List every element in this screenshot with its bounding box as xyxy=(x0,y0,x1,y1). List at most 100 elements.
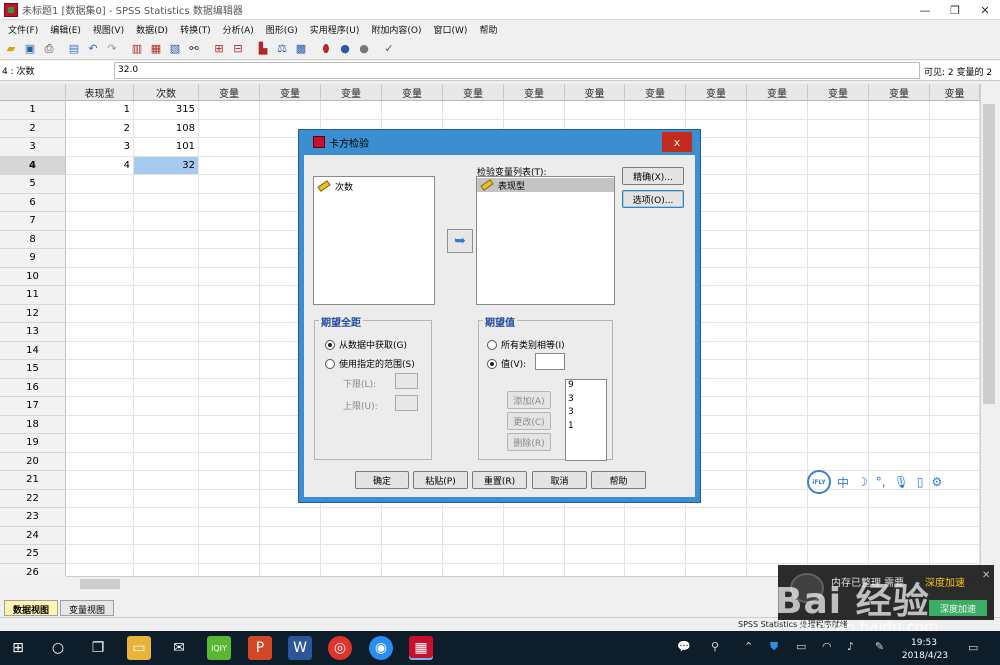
data-cell[interactable] xyxy=(747,378,808,397)
vertical-scrollbar[interactable] xyxy=(980,84,997,590)
data-cell[interactable] xyxy=(565,563,625,576)
remove-value-button[interactable]: 删除(R) xyxy=(507,433,551,451)
data-cell[interactable] xyxy=(930,119,980,138)
pen-icon[interactable]: ✎ xyxy=(875,640,884,653)
data-cell[interactable] xyxy=(504,545,565,564)
column-header[interactable]: 变量 xyxy=(199,84,260,101)
column-header[interactable]: 变量 xyxy=(869,84,930,101)
data-cell[interactable] xyxy=(686,526,747,545)
data-cell[interactable] xyxy=(66,489,134,508)
data-cell[interactable] xyxy=(869,304,930,323)
data-cell[interactable] xyxy=(869,360,930,379)
data-cell[interactable] xyxy=(869,156,930,175)
get-from-data-radio[interactable]: 从数据中获取(G) xyxy=(325,338,407,351)
menu-utilities[interactable]: 实用程序(U) xyxy=(304,23,366,36)
use-range-radio[interactable]: 使用指定的范围(S) xyxy=(325,357,415,370)
data-cell[interactable] xyxy=(930,545,980,564)
menu-window[interactable]: 窗口(W) xyxy=(428,23,474,36)
data-cell[interactable] xyxy=(443,545,504,564)
all-categories-equal-radio[interactable]: 所有类别相等(I) xyxy=(487,338,565,351)
column-header[interactable]: 变量 xyxy=(930,84,980,101)
dialog-recall-icon[interactable]: ▤ xyxy=(66,41,82,57)
data-cell[interactable] xyxy=(199,156,260,175)
data-cell[interactable] xyxy=(199,304,260,323)
value-labels-icon[interactable]: ⬮ xyxy=(318,41,334,57)
minimize-button[interactable]: — xyxy=(910,0,940,20)
clock-date[interactable]: 2018/4/23 xyxy=(896,651,954,661)
data-cell[interactable] xyxy=(199,508,260,527)
data-cell[interactable] xyxy=(808,378,869,397)
data-cell[interactable] xyxy=(260,563,321,576)
data-cell[interactable] xyxy=(565,545,625,564)
data-cell[interactable] xyxy=(199,452,260,471)
data-cell[interactable] xyxy=(747,323,808,342)
data-cell[interactable] xyxy=(199,434,260,453)
data-cell[interactable] xyxy=(869,101,930,120)
data-cell[interactable] xyxy=(382,545,443,564)
values-radio[interactable]: 值(V): xyxy=(487,357,526,370)
data-cell[interactable] xyxy=(869,323,930,342)
data-cell[interactable] xyxy=(747,156,808,175)
menu-addons[interactable]: 附加内容(O) xyxy=(365,23,427,36)
column-header[interactable]: 变量 xyxy=(382,84,443,101)
row-number[interactable]: 8 xyxy=(0,230,66,249)
change-value-button[interactable]: 更改(C) xyxy=(507,412,551,430)
data-cell[interactable] xyxy=(747,249,808,268)
column-header[interactable]: 变量 xyxy=(565,84,625,101)
data-cell[interactable] xyxy=(66,545,134,564)
row-number[interactable]: 1 xyxy=(0,101,66,120)
data-cell[interactable] xyxy=(930,138,980,157)
data-cell[interactable] xyxy=(808,434,869,453)
data-cell[interactable] xyxy=(66,434,134,453)
notification-close-icon[interactable]: ✕ xyxy=(982,570,990,581)
row-number[interactable]: 6 xyxy=(0,193,66,212)
data-cell[interactable] xyxy=(134,508,199,527)
data-cell[interactable] xyxy=(134,471,199,490)
data-cell[interactable] xyxy=(199,341,260,360)
data-cell[interactable] xyxy=(747,415,808,434)
data-cell[interactable] xyxy=(747,175,808,194)
row-number[interactable]: 16 xyxy=(0,378,66,397)
data-cell[interactable] xyxy=(930,267,980,286)
data-cell[interactable] xyxy=(134,230,199,249)
test-variable-list[interactable]: 表现型 xyxy=(476,176,615,305)
data-cell[interactable] xyxy=(66,323,134,342)
data-cell[interactable] xyxy=(869,508,930,527)
data-cell[interactable] xyxy=(565,101,625,120)
data-cell[interactable] xyxy=(747,304,808,323)
row-number[interactable]: 13 xyxy=(0,323,66,342)
deep-accelerate-button[interactable]: 深度加速 xyxy=(929,600,987,616)
data-cell[interactable]: 1 xyxy=(66,101,134,120)
data-cell[interactable] xyxy=(199,323,260,342)
data-cell[interactable] xyxy=(134,378,199,397)
data-cell[interactable]: 101 xyxy=(134,138,199,157)
column-header[interactable]: 变量 xyxy=(686,84,747,101)
data-cell[interactable] xyxy=(66,378,134,397)
data-cell[interactable] xyxy=(321,545,382,564)
row-number[interactable]: 4 xyxy=(0,156,66,175)
weight-cases-icon[interactable]: ⚖ xyxy=(274,41,290,57)
data-cell[interactable]: 4 xyxy=(66,156,134,175)
data-cell[interactable] xyxy=(260,545,321,564)
data-cell[interactable] xyxy=(747,193,808,212)
data-cell[interactable] xyxy=(686,563,747,576)
data-cell[interactable] xyxy=(66,341,134,360)
battery-icon[interactable]: ▭ xyxy=(796,640,806,653)
cell-value-input[interactable]: 32.0 xyxy=(114,62,920,79)
data-cell[interactable] xyxy=(134,323,199,342)
data-cell[interactable] xyxy=(930,175,980,194)
data-cell[interactable] xyxy=(930,193,980,212)
row-number[interactable]: 11 xyxy=(0,286,66,305)
data-cell[interactable] xyxy=(869,175,930,194)
data-cell[interactable] xyxy=(66,360,134,379)
menu-data[interactable]: 数据(D) xyxy=(130,23,174,36)
row-number[interactable]: 22 xyxy=(0,489,66,508)
data-cell[interactable] xyxy=(134,304,199,323)
data-cell[interactable] xyxy=(199,526,260,545)
microphone-icon[interactable]: 🎙 xyxy=(894,475,909,489)
data-cell[interactable] xyxy=(747,434,808,453)
column-header[interactable]: 次数 xyxy=(134,84,199,101)
data-cell[interactable] xyxy=(199,175,260,194)
data-cell[interactable] xyxy=(747,508,808,527)
data-cell[interactable] xyxy=(625,508,686,527)
